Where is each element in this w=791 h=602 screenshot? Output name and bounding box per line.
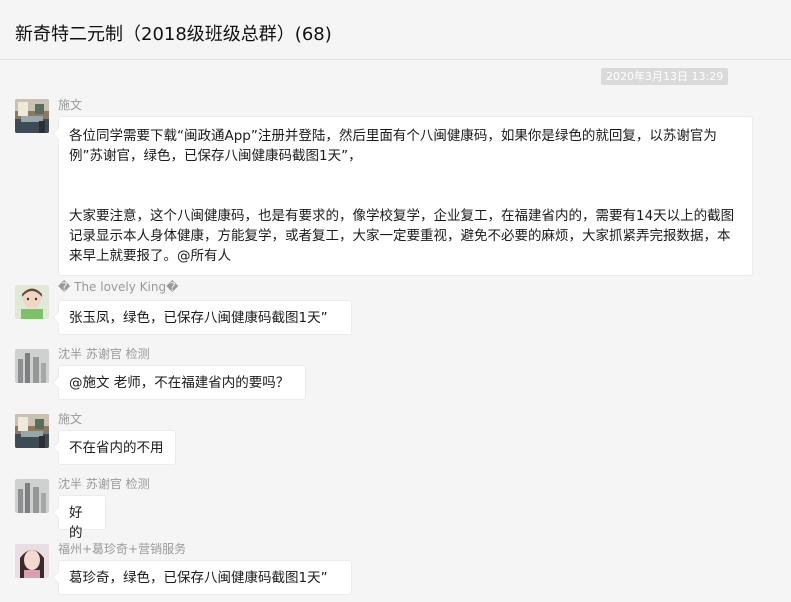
message-paragraph: 各位同学需要下载“闽政通App”注册并登陆，然后里面有个八闽健康码，如果你是绿色… [69,128,717,164]
sender-name: 福州+葛珍奇+营销服务 [58,542,187,556]
message-bubble[interactable]: @施文 老师，不在福建省内的要吗？ [58,365,306,400]
avatar-child-icon[interactable] [15,285,49,319]
message-text: 张玉凤，绿色，已保存八闽健康码截图1天” [69,310,328,326]
message-text: 好的 [69,505,83,541]
sender-name: 沈半 苏谢官 检测 [58,347,150,361]
message-list[interactable]: 2020年3月13日 13:29 施文 各位同学需要下载“闽政通App”注册并登… [0,61,791,602]
chat-header: 新奇特二元制（2018级班级总群）(68) [0,0,791,60]
message-text: 葛珍奇，绿色，已保存八闽健康码截图1天” [69,570,328,586]
chat-title[interactable]: 新奇特二元制（2018级班级总群）(68) [15,20,332,46]
avatar-city-icon[interactable] [15,479,49,513]
sender-name: � The lovely King� [58,280,179,294]
avatar-city-icon[interactable] [15,349,49,383]
message-bubble[interactable]: 不在省内的不用 [58,430,176,465]
message-text: 不在省内的不用 [69,440,164,456]
message-bubble[interactable]: 各位同学需要下载“闽政通App”注册并登陆，然后里面有个八闽健康码，如果你是绿色… [58,116,753,276]
sender-name: 施文 [58,412,83,426]
message-text: @施文 老师，不在福建省内的要吗？ [69,375,290,391]
avatar-room-icon[interactable] [15,414,49,448]
avatar-girl-icon[interactable] [15,544,49,578]
message-bubble[interactable]: 好的 [58,495,106,541]
sender-name: 施文 [58,98,83,112]
message-paragraph: 大家要注意，这个八闽健康码，也是有要求的，像学校复学，企业复工，在福建省内的，需… [69,208,735,264]
avatar-room-icon[interactable] [15,99,49,133]
timestamp-badge: 2020年3月13日 13:29 [601,68,729,85]
sender-name: 沈半 苏谢官 检测 [58,477,150,491]
message-bubble[interactable]: 葛珍奇，绿色，已保存八闽健康码截图1天” [58,560,352,595]
message-bubble[interactable]: 张玉凤，绿色，已保存八闽健康码截图1天” [58,300,352,335]
